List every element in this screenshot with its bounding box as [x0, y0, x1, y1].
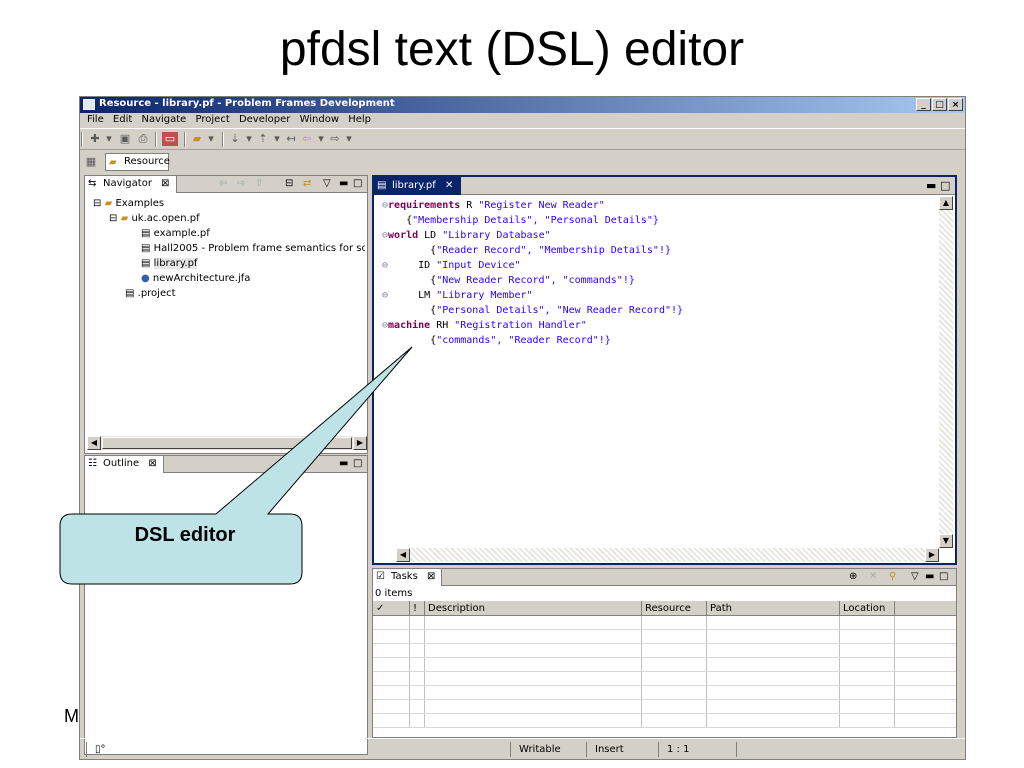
callout-label: DSL editor	[134, 524, 236, 546]
callout-shape	[59, 346, 413, 585]
callout-overlay	[59, 346, 413, 585]
